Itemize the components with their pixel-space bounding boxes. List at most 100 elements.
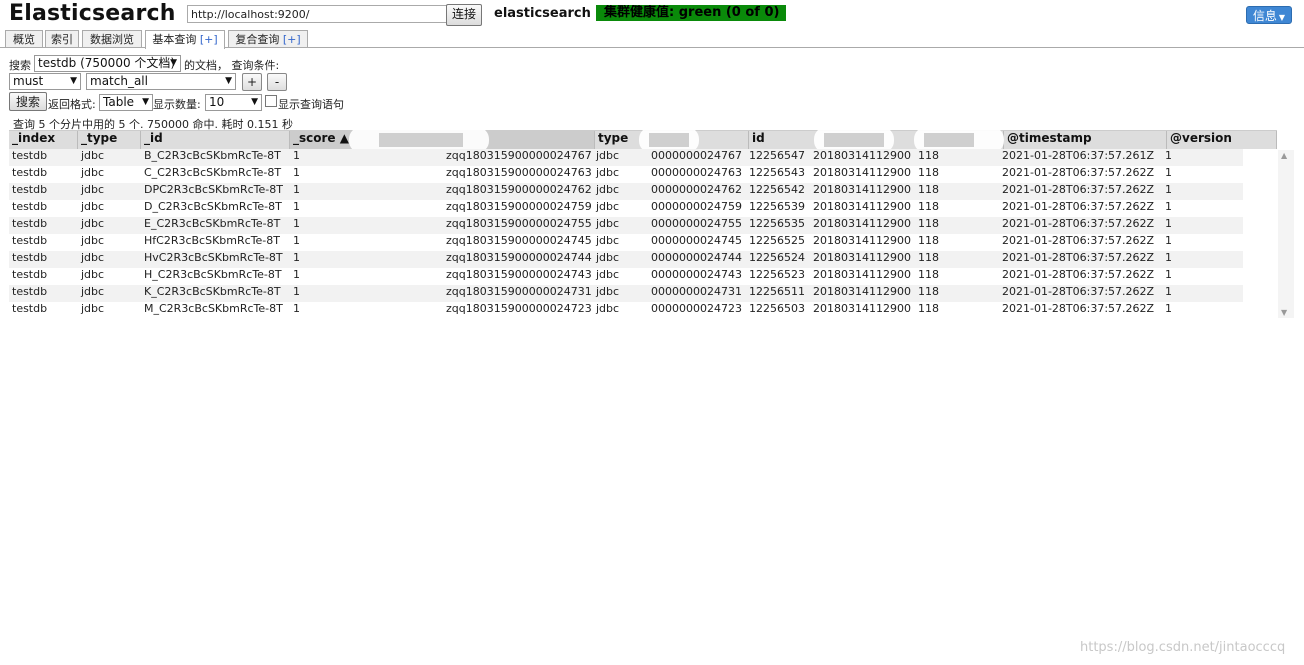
cell-index: testdb — [12, 166, 48, 179]
clause-select[interactable]: match_all ▼ — [86, 73, 236, 90]
cell-id: K_C2R3cBcSKbmRcTe-8T — [144, 285, 281, 298]
cell-redacted-2: 0000000024759 — [651, 200, 742, 213]
cell-redacted-3: 20180314112900 — [813, 268, 911, 281]
cell-type: jdbc — [596, 166, 620, 179]
index-select[interactable]: testdb (750000 个文档) ▼ — [34, 55, 181, 72]
cell-timestamp: 2021-01-28T06:37:57.262Z — [1002, 166, 1155, 179]
cell-redacted-1: zqq180315900000024767 — [446, 149, 592, 162]
redaction-mask — [924, 133, 974, 147]
cell-index: testdb — [12, 251, 48, 264]
cell-type: jdbc — [596, 234, 620, 247]
cell-redacted-1: zqq180315900000024762 — [446, 183, 592, 196]
table-row[interactable]: testdb jdbc C_C2R3cBcSKbmRcTe-8T 1 zqq180315… — [9, 166, 1243, 183]
header-bar: Elasticsearch 连接 elasticsearch 集群健康值: gr… — [0, 0, 1304, 30]
cell-redacted-3: 20180314112900 — [813, 183, 911, 196]
column-header-index[interactable]: _index — [9, 131, 78, 149]
add-clause-button[interactable]: + — [242, 73, 262, 91]
tab-basic-query[interactable]: 基本查询 [+] — [145, 30, 225, 49]
show-query-checkbox[interactable] — [265, 95, 277, 107]
cell-redacted-1: zqq180315900000024763 — [446, 166, 592, 179]
cell-redacted-3: 20180314112900 — [813, 234, 911, 247]
cell-type-meta: jdbc — [81, 285, 105, 298]
tab-overview[interactable]: 概览 — [5, 30, 43, 47]
tab-label: 数据浏览 — [90, 33, 134, 46]
caret-down-icon: ▼ — [1278, 13, 1286, 22]
tab-browser[interactable]: 数据浏览 — [82, 30, 142, 47]
cell-score: 1 — [293, 200, 300, 213]
table-row[interactable]: testdb jdbc B_C2R3cBcSKbmRcTe-8T 1 zqq180315… — [9, 149, 1243, 166]
cell-type-meta: jdbc — [81, 268, 105, 281]
format-select[interactable]: Table ▼ — [99, 94, 153, 111]
cell-redacted-1: zqq180315900000024743 — [446, 268, 592, 281]
cell-timestamp: 2021-01-28T06:37:57.262Z — [1002, 302, 1155, 315]
table-row[interactable]: testdb jdbc DPC2R3cBcSKbmRcTe-8T 1 zqq180315… — [9, 183, 1243, 200]
column-header-type-meta[interactable]: _type — [78, 131, 141, 149]
info-dropdown-button[interactable]: 信息 ▼ — [1246, 6, 1292, 24]
table-row[interactable]: testdb jdbc D_C2R3cBcSKbmRcTe-8T 1 zqq180315… — [9, 200, 1243, 217]
cell-type-meta: jdbc — [81, 251, 105, 264]
cell-redacted-4: 118 — [918, 285, 939, 298]
cell-index: testdb — [12, 217, 48, 230]
cell-redacted-1: zqq180315900000024731 — [446, 285, 592, 298]
connect-button[interactable]: 连接 — [446, 4, 483, 26]
cell-redacted-2: 0000000024743 — [651, 268, 742, 281]
chevron-down-icon: ▼ — [170, 58, 177, 68]
table-row[interactable]: testdb jdbc E_C2R3cBcSKbmRcTe-8T 1 zqq180315… — [9, 217, 1243, 234]
cell-redacted-3: 20180314112900 — [813, 217, 911, 230]
cell-timestamp: 2021-01-28T06:37:57.262Z — [1002, 234, 1155, 247]
column-header-id[interactable]: _id — [141, 131, 290, 149]
column-header-version[interactable]: @version — [1167, 131, 1277, 149]
table-row[interactable]: testdb jdbc HfC2R3cBcSKbmRcTe-8T 1 zqq180315… — [9, 234, 1243, 251]
cell-version: 1 — [1165, 268, 1172, 281]
cell-redacted-4: 118 — [918, 200, 939, 213]
search-button[interactable]: 搜索 — [9, 92, 47, 111]
cell-index: testdb — [12, 234, 48, 247]
cell-id: E_C2R3cBcSKbmRcTe-8T — [144, 217, 281, 230]
cell-redacted-4: 118 — [918, 166, 939, 179]
tab-label: 复合查询 — [235, 33, 280, 46]
cell-redacted-2: 0000000024744 — [651, 251, 742, 264]
cell-redacted-2: 0000000024762 — [651, 183, 742, 196]
cell-type: jdbc — [596, 149, 620, 162]
cell-redacted-4: 118 — [918, 251, 939, 264]
remove-clause-button[interactable]: - — [267, 73, 287, 91]
cell-redacted-4: 118 — [918, 234, 939, 247]
bool-select[interactable]: must ▼ — [9, 73, 81, 90]
cell-version: 1 — [1165, 166, 1172, 179]
cell-type-meta: jdbc — [81, 166, 105, 179]
redaction-mask — [379, 133, 463, 147]
cell-index: testdb — [12, 285, 48, 298]
cell-type-meta: jdbc — [81, 234, 105, 247]
table-row[interactable]: testdb jdbc HvC2R3cBcSKbmRcTe-8T 1 zqq180315… — [9, 251, 1243, 268]
cell-doc-id: 12256511 — [749, 285, 805, 298]
table-row[interactable]: testdb jdbc H_C2R3cBcSKbmRcTe-8T 1 zqq180315… — [9, 268, 1243, 285]
tab-compound-query[interactable]: 复合查询 [+] — [228, 30, 308, 47]
cell-doc-id: 12256543 — [749, 166, 805, 179]
cell-timestamp: 2021-01-28T06:37:57.262Z — [1002, 268, 1155, 281]
column-header-timestamp[interactable]: @timestamp — [1004, 131, 1167, 149]
scroll-down-icon[interactable]: ▼ — [1281, 308, 1287, 317]
cluster-url-input[interactable] — [187, 5, 447, 23]
table-scrollbar[interactable]: ▲ ▼ — [1278, 150, 1294, 318]
cell-type-meta: jdbc — [81, 302, 105, 315]
chevron-down-icon: ▼ — [70, 76, 77, 86]
cell-redacted-2: 0000000024723 — [651, 302, 742, 315]
cell-doc-id: 12256523 — [749, 268, 805, 281]
scroll-up-icon[interactable]: ▲ — [1281, 151, 1287, 160]
cell-redacted-1: zqq180315900000024744 — [446, 251, 592, 264]
table-row[interactable]: testdb jdbc K_C2R3cBcSKbmRcTe-8T 1 zqq180315… — [9, 285, 1243, 302]
cell-id: DPC2R3cBcSKbmRcTe-8T — [144, 183, 283, 196]
cell-score: 1 — [293, 217, 300, 230]
size-select[interactable]: 10 ▼ — [205, 94, 262, 111]
tab-indices[interactable]: 索引 — [45, 30, 79, 47]
chevron-down-icon: ▼ — [142, 97, 149, 107]
table-header: _index _type _id _score ▲ type id @times… — [9, 127, 1277, 153]
info-label: 信息 — [1252, 9, 1277, 23]
cell-version: 1 — [1165, 285, 1172, 298]
cell-redacted-3: 20180314112900 — [813, 251, 911, 264]
cell-version: 1 — [1165, 302, 1172, 315]
cell-redacted-3: 20180314112900 — [813, 200, 911, 213]
tab-label: 基本查询 — [152, 33, 197, 46]
cell-score: 1 — [293, 251, 300, 264]
table-row[interactable]: testdb jdbc M_C2R3cBcSKbmRcTe-8T 1 zqq180315… — [9, 302, 1243, 319]
